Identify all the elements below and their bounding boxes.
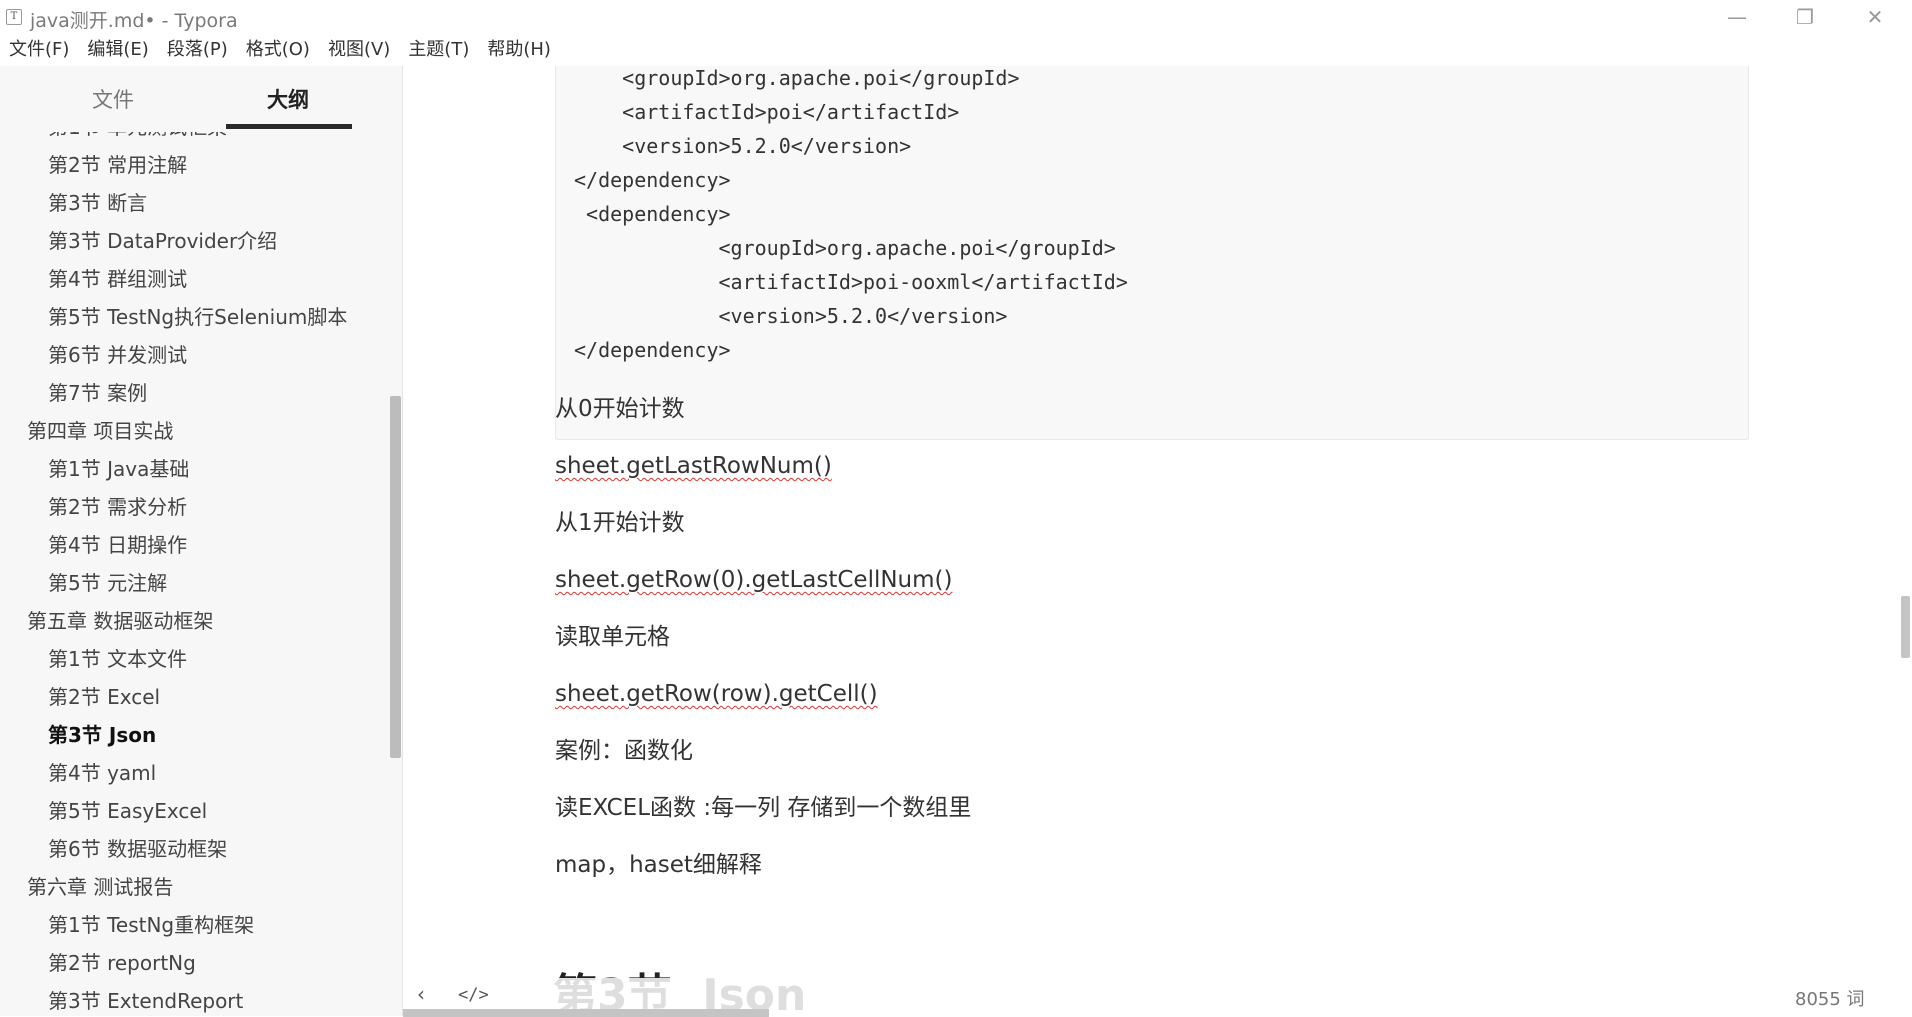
menu-file[interactable]: 文件(F) [0, 34, 78, 66]
paragraph-code-ref: sheet.getLastRowNum() [555, 453, 832, 479]
outline-section[interactable]: 第3节 DataProvider介绍 [48, 222, 277, 260]
outline-section[interactable]: 第2节 需求分析 [48, 488, 187, 526]
paragraph: 案例：函数化 [555, 738, 693, 764]
close-button[interactable]: ✕ [1844, 0, 1906, 34]
outline-section[interactable]: 第2节 Excel [48, 678, 160, 716]
outline-section[interactable]: 第5节 TestNg执行Selenium脚本 [48, 298, 347, 336]
code-block[interactable]: <groupId>org.apache.poi</groupId> <artif… [555, 66, 1749, 440]
sidebar-tabs: 文件 大纲 [0, 66, 402, 132]
outline-section[interactable]: 第3节 Json [48, 716, 156, 754]
outline-section[interactable]: 第6节 数据驱动框架 [48, 830, 227, 868]
outline-section[interactable]: 第4节 yaml [48, 754, 156, 792]
typora-app-icon: T [6, 9, 22, 25]
paragraph: 读EXCEL函数 :每一列 存储到一个数组里 [555, 795, 972, 821]
menu-theme[interactable]: 主题(T) [399, 34, 478, 66]
code-line: <version>5.2.0</version> [574, 304, 1008, 328]
menu-edit[interactable]: 编辑(E) [78, 34, 157, 66]
editor[interactable]: <groupId>org.apache.poi</groupId> <artif… [403, 66, 1912, 1016]
outline-section[interactable]: 第2节 常用注解 [48, 146, 187, 184]
paragraph-code-ref: sheet.getRow(row).getCell() [555, 681, 878, 707]
outline-section[interactable]: 第1节 TestNg重构框架 [48, 906, 254, 944]
minimize-button[interactable]: — [1706, 0, 1768, 34]
outline-section[interactable]: 第1节 文本文件 [48, 640, 187, 678]
word-count[interactable]: 8055 词 [1795, 985, 1865, 1011]
outline-section[interactable]: 第6节 并发测试 [48, 336, 187, 374]
code-line: <artifactId>poi-ooxml</artifactId> [574, 270, 1128, 294]
source-code-mode-icon[interactable]: </> [458, 985, 489, 1005]
paragraph-code-ref: sheet.getRow(0).getLastCellNum() [555, 567, 953, 593]
collapse-sidebar-icon[interactable]: ‹ [417, 982, 425, 1006]
sidebar-scrollbar[interactable] [390, 396, 401, 758]
menu-bar: 文件(F) 编辑(E) 段落(P) 格式(O) 视图(V) 主题(T) 帮助(H… [0, 34, 1912, 66]
menu-paragraph[interactable]: 段落(P) [158, 34, 237, 66]
outline-chapter[interactable]: 第五章 数据驱动框架 [27, 602, 213, 640]
window-title: java测开.md• - Typora [30, 10, 238, 32]
tab-files[interactable]: 文件 [92, 84, 134, 114]
code-line: <artifactId>poi</artifactId> [574, 100, 960, 124]
paragraph: map，haset细解释 [555, 852, 762, 878]
paragraph: 从1开始计数 [555, 510, 685, 536]
code-line: <groupId>org.apache.poi</groupId> [574, 66, 1020, 90]
outline-section[interactable]: 第3节 ExtendReport [48, 982, 243, 1016]
paragraph: 读取单元格 [555, 624, 670, 650]
outline-section[interactable]: 第1节 Java基础 [48, 450, 189, 488]
menu-format[interactable]: 格式(O) [237, 34, 319, 66]
code-line: <version>5.2.0</version> [574, 134, 912, 158]
code-line: <groupId>org.apache.poi</groupId> [574, 236, 1116, 260]
outline-chapter[interactable]: 第六章 测试报告 [27, 868, 173, 906]
code-line: </dependency> [574, 168, 731, 192]
title-bar: T java测开.md• - Typora — ❐ ✕ [0, 0, 1912, 34]
menu-view[interactable]: 视图(V) [319, 34, 399, 66]
outline-section[interactable]: 第4节 日期操作 [48, 526, 187, 564]
menu-help[interactable]: 帮助(H) [478, 34, 560, 66]
code-line: </dependency> [574, 338, 731, 362]
outline-section[interactable]: 第7节 案例 [48, 374, 147, 412]
outline-section[interactable]: 第4节 群组测试 [48, 260, 187, 298]
outline-section[interactable]: 第3节 断言 [48, 184, 147, 222]
outline-chapter[interactable]: 第四章 项目实战 [27, 412, 173, 450]
editor-scrollbar[interactable] [1901, 596, 1910, 658]
outline-section[interactable]: 第5节 EasyExcel [48, 792, 207, 830]
active-tab-indicator [226, 124, 352, 129]
status-bar: ‹ </> 8055 词 [403, 978, 1912, 1017]
code-line: <dependency> [574, 202, 731, 226]
restore-button[interactable]: ❐ [1774, 0, 1836, 34]
outline-section[interactable]: 第5节 元注解 [48, 564, 167, 602]
outline-section[interactable]: 第2节 reportNg [48, 944, 196, 982]
paragraph: 从0开始计数 [555, 396, 685, 422]
sidebar: 第1节 单元测试框架第2节 常用注解第3节 断言第3节 DataProvider… [0, 66, 403, 1016]
tab-outline[interactable]: 大纲 [267, 84, 309, 114]
